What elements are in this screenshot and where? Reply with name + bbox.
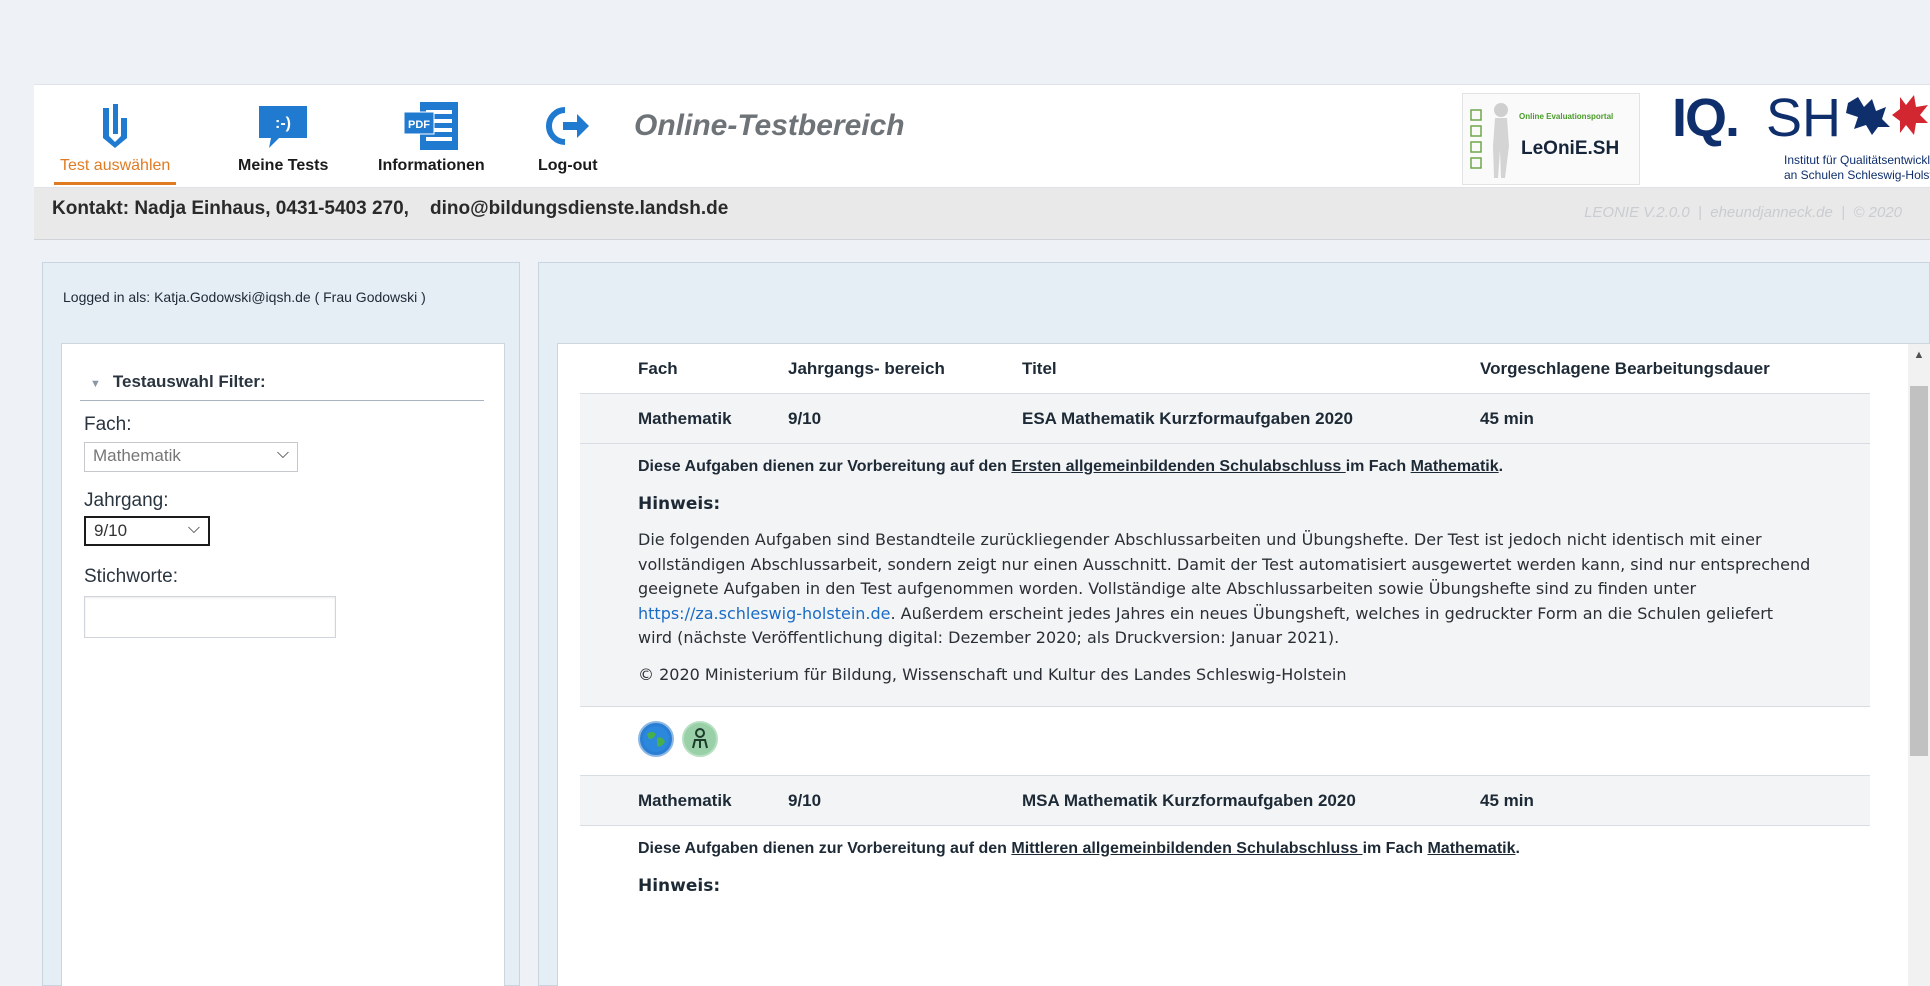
abschluss-link[interactable]: Mittleren allgemeinbildenden Schulabschl… [1011, 840, 1362, 857]
hinweis-heading: Hinweis: [638, 494, 721, 514]
globe-icon[interactable] [638, 720, 674, 757]
intro-text: Diese Aufgaben dienen zur Vorbereitung a… [638, 839, 1012, 857]
column-header-jahrgang: Jahrgangs- bereich [788, 359, 945, 378]
test-table: Fach Jahrgangs- bereich Titel Vorgeschla… [580, 344, 1870, 896]
chevron-down-icon: ⌵ [187, 520, 200, 537]
fach-select[interactable]: Mathematik ⌵ [84, 442, 298, 472]
hinweis-text: Die folgenden Aufgaben sind Bestandteile… [638, 530, 1811, 598]
iqsh-logo-subline-1: Institut für Qualitätsentwickl [1784, 153, 1930, 167]
person-icon[interactable] [682, 720, 718, 757]
logged-in-info: Logged in als: Katja.Godowski@iqsh.de ( … [63, 289, 426, 305]
contact-bar: Kontakt: Nadja Einhaus, 0431-5403 270, d… [34, 188, 1930, 240]
jahrgang-select-value: 9/10 [94, 521, 128, 540]
table-header: Fach Jahrgangs- bereich Titel Vorgeschla… [580, 344, 1870, 394]
fach-link[interactable]: Mathematik [1411, 458, 1499, 475]
iqsh-logo: IQ. SH Institut für Qualitätsentwickl an… [1672, 85, 1930, 185]
collapse-triangle-icon[interactable]: ▼ [90, 378, 101, 390]
main-panel: Fach Jahrgangs- bereich Titel Vorgeschla… [538, 262, 1930, 986]
checklist-person-icon [1470, 103, 1509, 178]
vertical-scrollbar[interactable]: ▲ [1908, 344, 1930, 986]
scroll-up-arrow-icon[interactable]: ▲ [1908, 344, 1930, 366]
stichworte-label: Stichworte: [84, 566, 178, 587]
copyright-text: © 2020 Ministerium für Bildung, Wissensc… [638, 664, 1347, 684]
test-description: Diese Aufgaben dienen zur Vorbereitung a… [580, 444, 1870, 706]
za-link[interactable]: https://za.schleswig-holstein.de [638, 604, 891, 623]
filter-box: ▼ Testauswahl Filter: Fach: Mathematik ⌵ … [61, 343, 505, 986]
leonie-logo-title: LeOniE.SH [1521, 138, 1620, 159]
row-fach: Mathematik [638, 790, 732, 810]
row-jahrgang: 9/10 [788, 790, 822, 810]
nav-informationen[interactable]: PDF Informationen [378, 99, 485, 175]
row-dauer: 45 min [1480, 409, 1534, 428]
fach-select-value: Mathematik [93, 446, 181, 465]
intro-text: Diese Aufgaben dienen zur Vorbereitung a… [638, 458, 1012, 475]
table-row[interactable]: Mathematik 9/10 ESA Mathematik Kurzforma… [580, 394, 1870, 444]
svg-text:PDF: PDF [408, 119, 430, 131]
column-header-fach: Fach [638, 359, 678, 378]
nav-label: Meine Tests [238, 157, 329, 174]
column-header-dauer: Vorgeschlagene Bearbeitungsdauer [1480, 359, 1770, 378]
app-title: Online-Testbereich [634, 109, 905, 142]
app-header: Test auswählen :-) Meine Tests PDF Infor… [34, 84, 1930, 188]
test-actions [580, 705, 1870, 776]
leonie-logo-subtitle: Online Evaluationsportal [1519, 112, 1614, 121]
stichworte-input[interactable] [84, 596, 336, 638]
hinweis-body: Die folgenden Aufgaben sind Bestandteile… [638, 528, 1812, 651]
intro-text: . [1515, 839, 1520, 857]
chevron-down-icon: ⌵ [276, 445, 289, 462]
intro-text: im Fach [1362, 839, 1428, 857]
row-jahrgang: 9/10 [788, 409, 822, 428]
fach-link[interactable]: Mathematik [1427, 840, 1515, 857]
test-list[interactable]: Fach Jahrgangs- bereich Titel Vorgeschla… [557, 343, 1930, 986]
hinweis-heading: Hinweis: [638, 875, 721, 896]
sidebar-panel: Logged in als: Katja.Godowski@iqsh.de ( … [42, 262, 520, 986]
nav-label: Informationen [378, 157, 485, 174]
row-titel: ESA Mathematik Kurzformaufgaben 2020 [1022, 409, 1353, 428]
nav-label: Log-out [538, 157, 598, 174]
nav-test-auswaehlen[interactable]: Test auswählen [53, 99, 177, 185]
table-row[interactable]: Mathematik 9/10 MSA Mathematik Kurzforma… [580, 775, 1870, 826]
version-text: LEONIE V.2.0.0 | eheundjanneck.de | © 20… [1584, 204, 1902, 221]
filter-header[interactable]: ▼ Testauswahl Filter: [80, 372, 484, 401]
scrollbar-thumb[interactable] [1910, 386, 1928, 756]
filter-title: Testauswahl Filter: [112, 372, 266, 391]
pdf-document-icon: PDF [402, 99, 460, 153]
contact-text: Kontakt: Nadja Einhaus, 0431-5403 270, d… [52, 198, 729, 219]
nav-label: Test auswählen [60, 157, 171, 174]
description-intro: Diese Aufgaben dienen zur Vorbereitung a… [638, 458, 1812, 476]
abschluss-link[interactable]: Ersten allgemeinbildenden Schulabschluss [1011, 458, 1345, 475]
row-dauer: 45 min [1480, 790, 1534, 810]
iqsh-logo-subline-2: an Schulen Schleswig-Holste [1784, 168, 1930, 182]
nav-meine-tests[interactable]: :-) Meine Tests [238, 99, 328, 175]
jahrgang-label: Jahrgang: [84, 490, 169, 511]
iqsh-logo-sh: SH [1766, 88, 1842, 148]
nav-log-out[interactable]: Log-out [538, 99, 598, 175]
iqsh-logo-iq: IQ. [1672, 88, 1740, 148]
test-description: Diese Aufgaben dienen zur Vorbereitung a… [580, 825, 1870, 896]
row-fach: Mathematik [638, 409, 732, 428]
svg-text::-): :-) [275, 115, 291, 132]
jahrgang-select[interactable]: 9/10 ⌵ [84, 516, 210, 546]
fach-label: Fach: [84, 414, 132, 435]
logout-arrow-icon [543, 99, 593, 153]
description-intro: Diese Aufgaben dienen zur Vorbereitung a… [638, 840, 1812, 858]
intro-text: . [1498, 458, 1504, 475]
column-header-titel: Titel [1022, 359, 1057, 378]
test-select-icon [95, 99, 135, 153]
row-titel: MSA Mathematik Kurzformaufgaben 2020 [1022, 790, 1356, 810]
leonie-logo: Online Evaluationsportal LeOniE.SH [1462, 93, 1640, 185]
intro-text: im Fach [1345, 458, 1411, 475]
chat-smiley-icon: :-) [255, 99, 311, 153]
coat-of-arms-icon [1846, 95, 1928, 135]
